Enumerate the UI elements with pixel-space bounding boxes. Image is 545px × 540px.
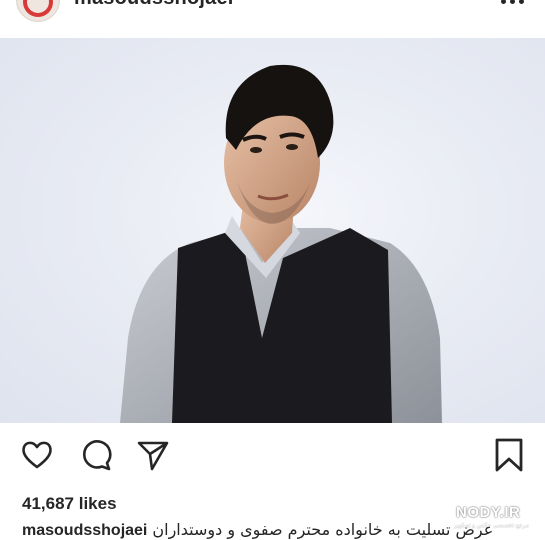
- post-username[interactable]: masoudsshojaei: [74, 0, 234, 10]
- post-header: masoudsshojaei: [0, 0, 545, 38]
- caption-username[interactable]: masoudsshojaei: [22, 522, 147, 539]
- avatar-image: [23, 0, 53, 17]
- watermark-logo: NODY.IR مرجع تخصصی عکس و تصاویر: [452, 504, 542, 536]
- comment-icon[interactable]: [77, 436, 115, 474]
- action-bar: [0, 436, 545, 480]
- caption-text: عرض تسلیت به خانواده محترم صفوی و دوستدا…: [152, 520, 494, 539]
- heart-icon[interactable]: [18, 436, 56, 474]
- post-photo[interactable]: [0, 38, 545, 423]
- likes-count[interactable]: 41,687 likes: [22, 494, 117, 514]
- more-options-icon[interactable]: [498, 0, 526, 8]
- bookmark-icon[interactable]: [490, 436, 528, 474]
- watermark-brand: NODY.IR: [456, 504, 521, 521]
- watermark-tagline: مرجع تخصصی عکس و تصاویر: [454, 523, 530, 529]
- avatar[interactable]: [16, 0, 60, 22]
- portrait-photo: [120, 64, 442, 423]
- send-icon[interactable]: [134, 436, 172, 474]
